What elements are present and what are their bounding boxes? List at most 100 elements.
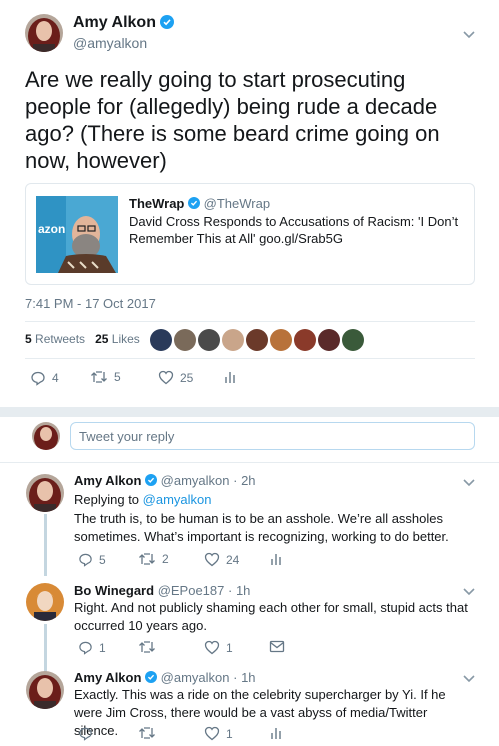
reply-header: Amy Alkon @amyalkon · 2h: [74, 473, 256, 488]
like-action[interactable]: 1: [204, 640, 233, 655]
analytics-icon[interactable]: [269, 726, 283, 740]
quoted-author-name[interactable]: TheWrap: [129, 196, 184, 211]
quoted-tweet-author[interactable]: TheWrap @TheWrap: [129, 196, 270, 211]
retweet-action[interactable]: [138, 726, 156, 740]
reply-icon[interactable]: [78, 640, 93, 655]
thread-connector: [44, 514, 47, 576]
analytics-action[interactable]: [269, 552, 283, 566]
engagement-stats: 5 Retweets 25 Likes: [25, 332, 140, 346]
reply-action[interactable]: [78, 726, 93, 741]
reply-icon[interactable]: [30, 370, 46, 386]
tweet-actions: 4 5 25: [30, 370, 450, 390]
quoted-tweet-text: David Cross Responds to Accusations of R…: [129, 214, 459, 246]
divider: [25, 358, 475, 359]
liker-avatar[interactable]: [318, 329, 340, 351]
like-action[interactable]: 25: [158, 370, 193, 385]
reply-time[interactable]: · 1h: [233, 670, 255, 685]
heart-icon[interactable]: [158, 370, 174, 385]
quoted-image-caption: azon: [38, 222, 66, 236]
retweet-action[interactable]: [138, 640, 156, 654]
verified-badge-icon: [160, 15, 175, 29]
author-avatar[interactable]: [25, 14, 63, 52]
chevron-down-icon[interactable]: [462, 30, 476, 40]
replying-to-link[interactable]: @amyalkon: [143, 492, 212, 507]
quoted-author-handle[interactable]: @TheWrap: [204, 196, 270, 211]
like-action[interactable]: 1: [204, 726, 233, 741]
reply-icon[interactable]: [78, 552, 93, 567]
retweet-icon[interactable]: [138, 640, 156, 654]
retweet-icon[interactable]: [138, 726, 156, 740]
envelope-icon[interactable]: [269, 640, 285, 653]
reply-actions: 1: [78, 726, 458, 746]
reply-time[interactable]: · 2h: [233, 473, 255, 488]
reply-author-name[interactable]: Amy Alkon: [74, 670, 141, 685]
reply-text: Right. And not publicly shaming each oth…: [74, 600, 468, 633]
reply-author-handle[interactable]: @EPoe187: [158, 583, 225, 598]
tweet-text: Are we really going to start prosecuting…: [25, 67, 440, 173]
reply-avatar[interactable]: [26, 671, 64, 709]
retweet-action[interactable]: 5: [90, 370, 121, 384]
author-name-text[interactable]: Amy Alkon: [73, 14, 156, 31]
retweets-stat[interactable]: 5 Retweets: [25, 332, 85, 346]
reply-input[interactable]: Tweet your reply: [70, 422, 475, 450]
analytics-action[interactable]: [223, 370, 237, 384]
tweet-timestamp[interactable]: 7:41 PM - 17 Oct 2017: [25, 296, 156, 311]
reply-count: 1: [99, 640, 106, 655]
divider: [0, 462, 499, 463]
current-user-avatar[interactable]: [32, 422, 60, 450]
likes-stat[interactable]: 25 Likes: [95, 332, 140, 346]
reply-avatar[interactable]: [26, 583, 64, 621]
reply-time[interactable]: · 1h: [228, 583, 250, 598]
author-handle[interactable]: @amyalkon: [73, 35, 147, 51]
reply-action[interactable]: 5: [78, 552, 106, 567]
chevron-down-icon[interactable]: [462, 674, 476, 684]
liker-avatar[interactable]: [342, 329, 364, 351]
thread-connector: [44, 624, 47, 672]
replying-to-label: Replying to: [74, 492, 140, 507]
reply-author-name[interactable]: Amy Alkon: [74, 473, 141, 488]
message-action[interactable]: [269, 640, 285, 653]
retweet-count: 5: [114, 370, 121, 384]
reply-author-handle[interactable]: @amyalkon: [161, 670, 230, 685]
chevron-down-icon[interactable]: [462, 478, 476, 488]
verified-badge-icon: [145, 474, 158, 486]
reply-actions: 1 1: [78, 640, 458, 660]
reply-count: 4: [52, 371, 59, 385]
reply-action[interactable]: 1: [78, 640, 106, 655]
reply-action[interactable]: 4: [30, 370, 59, 386]
reply-author-name[interactable]: Bo Winegard: [74, 583, 154, 598]
analytics-icon[interactable]: [223, 370, 237, 384]
reply-author-handle[interactable]: @amyalkon: [161, 473, 230, 488]
retweet-count: 2: [162, 552, 169, 566]
quoted-tweet-card[interactable]: azon TheWrap @TheWrap David Cross Respon…: [25, 183, 475, 285]
reply-count: 5: [99, 552, 106, 567]
heart-icon[interactable]: [204, 552, 220, 567]
verified-badge-icon: [145, 671, 158, 683]
liker-avatar[interactable]: [174, 329, 196, 351]
section-separator: [0, 407, 499, 417]
replying-to: Replying to @amyalkon: [74, 491, 212, 509]
retweet-icon[interactable]: [90, 370, 108, 384]
liker-avatar[interactable]: [246, 329, 268, 351]
reply-actions: 5 2 24: [78, 552, 458, 572]
reply-header: Amy Alkon @amyalkon · 1h: [74, 670, 256, 685]
verified-badge-icon: [188, 197, 201, 209]
liker-avatar[interactable]: [270, 329, 292, 351]
heart-icon[interactable]: [204, 640, 220, 655]
chevron-down-icon[interactable]: [462, 587, 476, 597]
author-name[interactable]: Amy Alkon: [73, 14, 175, 32]
liker-avatar[interactable]: [222, 329, 244, 351]
liker-avatar[interactable]: [150, 329, 172, 351]
liker-avatar[interactable]: [198, 329, 220, 351]
heart-icon[interactable]: [204, 726, 220, 741]
analytics-icon[interactable]: [269, 552, 283, 566]
retweet-icon[interactable]: [138, 552, 156, 566]
liker-avatar[interactable]: [294, 329, 316, 351]
reply-avatar[interactable]: [26, 474, 64, 512]
divider: [25, 321, 475, 322]
reply-icon[interactable]: [78, 726, 93, 741]
like-count: 24: [226, 552, 240, 567]
retweet-action[interactable]: 2: [138, 552, 169, 566]
analytics-action[interactable]: [269, 726, 283, 740]
like-action[interactable]: 24: [204, 552, 239, 567]
